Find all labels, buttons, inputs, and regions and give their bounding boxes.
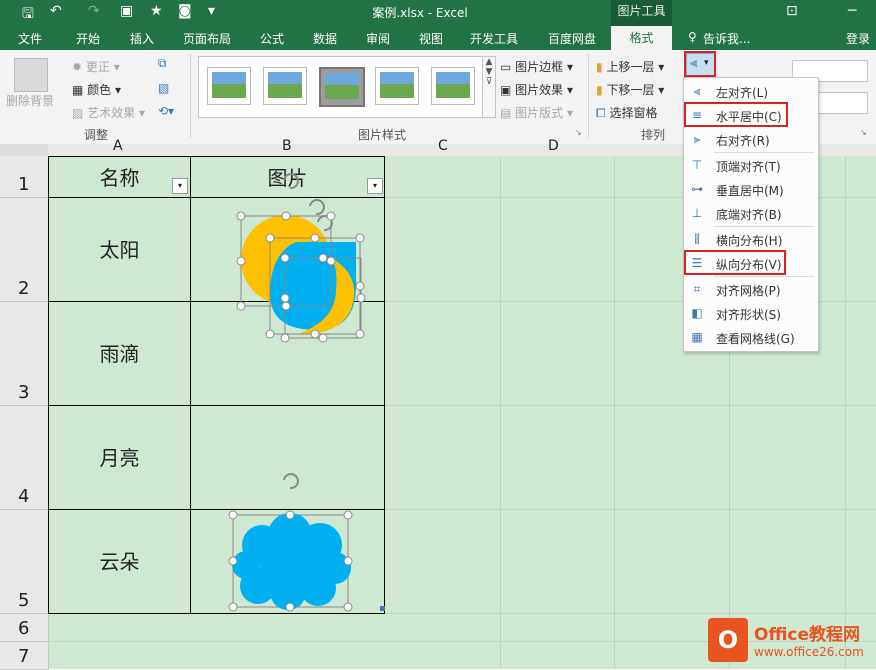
resize-handle[interactable] <box>343 510 353 520</box>
resize-handle[interactable] <box>356 293 366 303</box>
resize-handle[interactable] <box>236 301 246 311</box>
align-top-icon: ⊤ <box>691 158 703 172</box>
resize-handle[interactable] <box>281 211 291 221</box>
fill-handle[interactable] <box>380 606 385 611</box>
resize-handle[interactable] <box>280 293 290 303</box>
menu-divider <box>714 226 814 227</box>
office26-watermark: O Office教程网 www.office26.com <box>706 612 876 669</box>
resize-handle[interactable] <box>265 233 275 243</box>
menu-item-align-bottom[interactable]: ⊥ 底端对齐(B) <box>684 202 818 224</box>
rotate-handle-icon[interactable] <box>283 473 299 490</box>
resize-handle[interactable] <box>318 253 328 263</box>
resize-handle[interactable] <box>280 333 290 343</box>
resize-handle[interactable] <box>355 329 365 339</box>
menu-item-align-right[interactable]: ⫸ 右对齐(R) <box>684 128 818 150</box>
highlight-distribute-vertical <box>684 250 786 275</box>
view-gridlines-icon: ▦ <box>691 330 703 344</box>
resize-handle[interactable] <box>280 253 290 263</box>
resize-handle[interactable] <box>343 602 353 612</box>
menu-divider <box>714 276 814 277</box>
resize-handle[interactable] <box>228 556 238 566</box>
resize-handle[interactable] <box>355 233 365 243</box>
menu-item-snap-to-shape[interactable]: ◧ 对齐形状(S) <box>684 302 818 324</box>
resize-handle[interactable] <box>326 211 336 221</box>
resize-handle[interactable] <box>285 510 295 520</box>
resize-handle[interactable] <box>285 602 295 612</box>
resize-handle[interactable] <box>326 256 336 266</box>
resize-handle[interactable] <box>355 281 365 291</box>
snap-grid-icon: ⌗ <box>693 282 701 296</box>
menu-item-align-top[interactable]: ⊤ 顶端对齐(T) <box>684 154 818 176</box>
align-bottom-icon: ⊥ <box>691 206 703 220</box>
resize-handle[interactable] <box>310 329 320 339</box>
rotate-handle-icon[interactable] <box>309 199 325 216</box>
resize-handle[interactable] <box>228 602 238 612</box>
resize-handle[interactable] <box>236 256 246 266</box>
resize-handle[interactable] <box>310 233 320 243</box>
menu-item-align-middle[interactable]: ⊶ 垂直居中(M) <box>684 178 818 200</box>
align-left-icon: ⫷ <box>693 84 701 98</box>
resize-handle[interactable] <box>318 333 328 343</box>
resize-handle[interactable] <box>228 510 238 520</box>
menu-item-distribute-horizontal[interactable]: ⫼ 横向分布(H) <box>684 228 818 250</box>
office-logo-icon: O <box>708 618 748 662</box>
snap-shape-icon: ◧ <box>691 306 703 320</box>
resize-handle[interactable] <box>236 211 246 221</box>
highlight-align-center <box>684 102 788 127</box>
menu-item-view-gridlines[interactable]: ▦ 查看网格线(G) <box>684 326 818 348</box>
menu-divider <box>714 152 814 153</box>
cloud-shape[interactable] <box>232 513 351 610</box>
distribute-horizontal-icon: ⫼ <box>694 232 700 246</box>
watermark-brand: Office教程网 <box>754 625 861 645</box>
align-right-icon: ⫸ <box>693 132 701 146</box>
rotate-handle-icon[interactable] <box>283 173 299 190</box>
resize-handle[interactable] <box>343 556 353 566</box>
watermark-url: www.office26.com <box>754 645 864 659</box>
resize-handle[interactable] <box>265 329 275 339</box>
menu-item-align-left[interactable]: ⫷ 左对齐(L) <box>684 80 818 102</box>
resize-handle[interactable] <box>281 301 291 311</box>
menu-item-snap-to-grid[interactable]: ⌗ 对齐网格(P) <box>684 278 818 300</box>
align-middle-icon: ⊶ <box>691 182 703 196</box>
